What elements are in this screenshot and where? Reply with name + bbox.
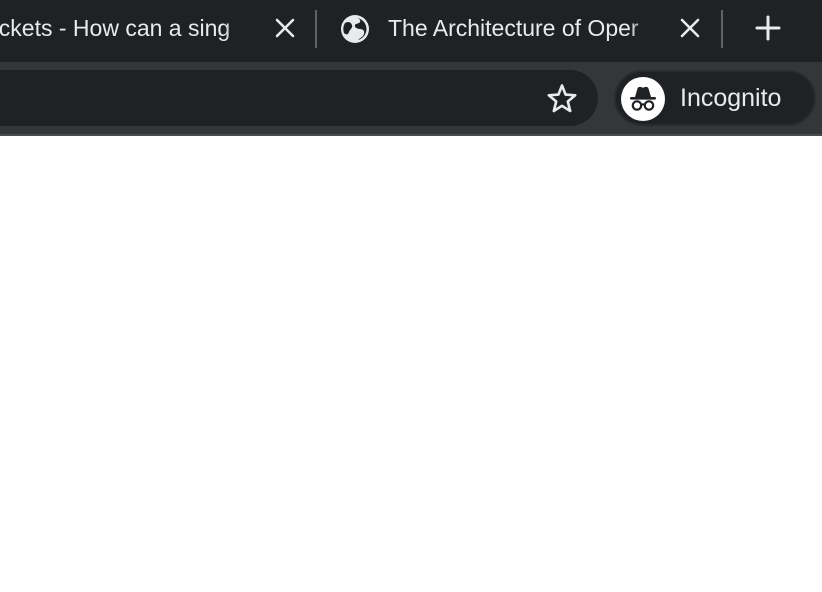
profile-label: Incognito bbox=[680, 84, 782, 112]
incognito-profile-button[interactable]: Incognito bbox=[614, 70, 816, 126]
incognito-icon bbox=[621, 77, 665, 121]
tab-title: The Architecture of Oper bbox=[388, 15, 639, 41]
toolbar: Incognito bbox=[0, 62, 822, 134]
new-tab-button[interactable] bbox=[750, 10, 786, 46]
tab-separator bbox=[315, 10, 317, 48]
tab-title: ockets - How can a sing bbox=[0, 15, 231, 41]
tab-websockets[interactable]: ockets - How can a sing bbox=[0, 4, 300, 52]
tab-separator bbox=[721, 10, 723, 48]
address-bar[interactable] bbox=[0, 70, 598, 126]
page-content bbox=[0, 136, 822, 592]
close-icon[interactable] bbox=[678, 16, 702, 40]
tab-strip: ockets - How can a sing The Architecture… bbox=[0, 0, 822, 62]
globe-icon bbox=[340, 14, 370, 44]
tab-architecture[interactable]: The Architecture of Oper bbox=[326, 4, 706, 52]
star-icon[interactable] bbox=[545, 82, 579, 116]
close-icon[interactable] bbox=[273, 16, 297, 40]
plus-icon bbox=[755, 15, 781, 41]
